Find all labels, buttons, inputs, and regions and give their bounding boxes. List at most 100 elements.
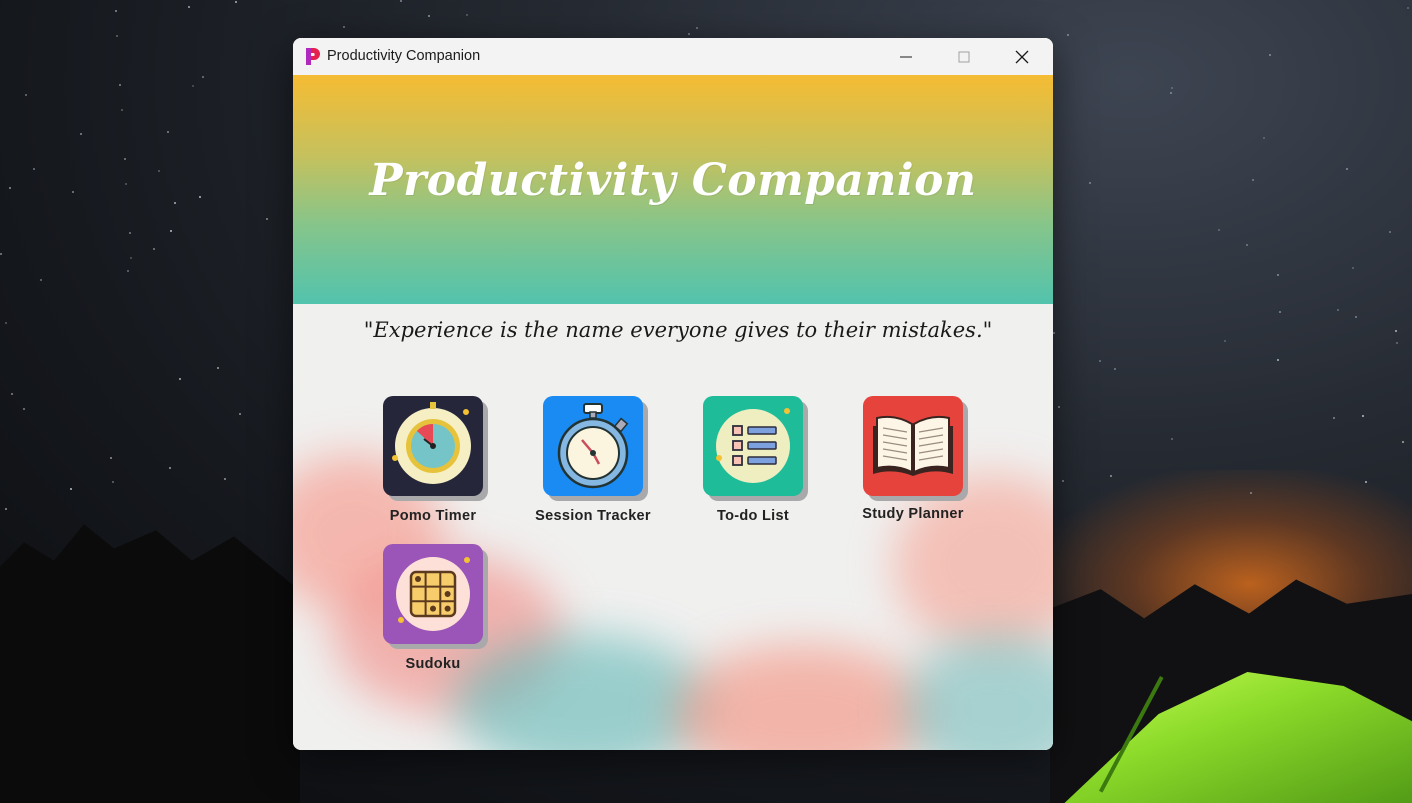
star xyxy=(112,481,114,483)
checklist-icon[interactable] xyxy=(703,396,803,496)
star xyxy=(1058,406,1060,408)
star xyxy=(1346,168,1348,170)
watercolor-blot xyxy=(673,644,933,750)
star xyxy=(1114,368,1116,370)
quote-text: "Experience is the name everyone gives t… xyxy=(363,318,993,342)
star xyxy=(1337,309,1339,311)
star xyxy=(124,158,126,160)
stopwatch-icon[interactable] xyxy=(543,396,643,496)
star xyxy=(1279,311,1281,313)
star xyxy=(125,183,127,185)
star xyxy=(1352,267,1354,269)
study-planner-tile[interactable]: Study Planner xyxy=(833,396,973,536)
star xyxy=(1407,7,1409,9)
star xyxy=(11,393,13,395)
star xyxy=(174,202,176,204)
app-window: Productivity Companion Productivity Comp… xyxy=(293,38,1053,750)
star xyxy=(1355,316,1357,318)
star xyxy=(400,0,402,2)
star xyxy=(235,1,237,3)
star xyxy=(170,230,172,232)
star xyxy=(1110,475,1112,477)
window-title: Productivity Companion xyxy=(327,48,481,64)
minimize-button[interactable] xyxy=(877,38,935,75)
star xyxy=(688,33,690,35)
sudoku-tile[interactable]: Sudoku xyxy=(353,544,493,684)
star xyxy=(199,196,201,198)
star xyxy=(121,109,123,111)
star xyxy=(192,85,194,87)
star xyxy=(1246,244,1248,246)
star xyxy=(428,15,430,17)
star xyxy=(1402,441,1404,443)
star xyxy=(1250,492,1252,494)
star xyxy=(696,27,698,29)
star xyxy=(1269,54,1271,56)
session-tracker-label: Session Tracker xyxy=(535,508,651,524)
watercolor-blot xyxy=(903,634,1053,750)
star xyxy=(72,191,74,193)
star xyxy=(158,170,160,172)
todo-list-tile[interactable]: To-do List xyxy=(673,396,813,536)
star xyxy=(127,270,129,272)
minimize-icon xyxy=(900,55,912,58)
close-button[interactable] xyxy=(993,38,1051,75)
star xyxy=(1389,231,1391,233)
star xyxy=(169,467,171,469)
star xyxy=(1365,481,1367,483)
close-icon xyxy=(1015,50,1029,63)
app-logo-icon xyxy=(306,48,320,65)
star xyxy=(343,26,345,28)
star xyxy=(153,248,155,250)
open-book-icon[interactable] xyxy=(863,396,963,496)
star xyxy=(179,378,181,380)
star xyxy=(1333,417,1335,419)
star xyxy=(188,6,190,8)
star xyxy=(33,168,35,170)
star xyxy=(70,488,72,490)
star xyxy=(1099,360,1101,362)
star xyxy=(1067,34,1069,36)
star xyxy=(1062,480,1064,482)
title-bar[interactable]: Productivity Companion xyxy=(293,38,1053,75)
star xyxy=(1053,332,1055,334)
star xyxy=(115,10,117,12)
star xyxy=(167,131,169,133)
star xyxy=(40,279,42,281)
todo-list-label: To-do List xyxy=(717,508,789,524)
session-tracker-tile[interactable]: Session Tracker xyxy=(513,396,653,536)
star xyxy=(1171,87,1173,89)
star xyxy=(1396,342,1398,344)
star xyxy=(202,76,204,78)
star xyxy=(0,253,2,255)
star xyxy=(9,187,11,189)
star xyxy=(110,457,112,459)
star xyxy=(80,133,82,135)
star xyxy=(1171,438,1173,440)
star xyxy=(1263,137,1265,139)
star xyxy=(1395,330,1397,332)
star xyxy=(5,508,7,510)
star xyxy=(23,408,25,410)
study-planner-label: Study Planner xyxy=(862,506,964,522)
star xyxy=(466,14,468,16)
star xyxy=(129,232,131,234)
star xyxy=(217,367,219,369)
app-heading: Productivity Companion xyxy=(369,155,977,206)
mountain-silhouette-left xyxy=(0,524,300,803)
pomo-timer-tile[interactable]: Pomo Timer xyxy=(353,396,493,536)
star xyxy=(1170,92,1172,94)
sudoku-grid-icon[interactable] xyxy=(383,544,483,644)
star xyxy=(1089,182,1091,184)
star xyxy=(224,478,226,480)
star xyxy=(1362,415,1364,417)
star xyxy=(266,218,268,220)
header-banner: Productivity Companion xyxy=(293,75,1053,304)
star xyxy=(1277,274,1279,276)
pomodoro-timer-icon[interactable] xyxy=(383,396,483,496)
star xyxy=(5,322,7,324)
star xyxy=(130,257,132,259)
maximize-button[interactable] xyxy=(935,38,993,75)
maximize-icon xyxy=(958,51,970,62)
star xyxy=(116,35,118,37)
